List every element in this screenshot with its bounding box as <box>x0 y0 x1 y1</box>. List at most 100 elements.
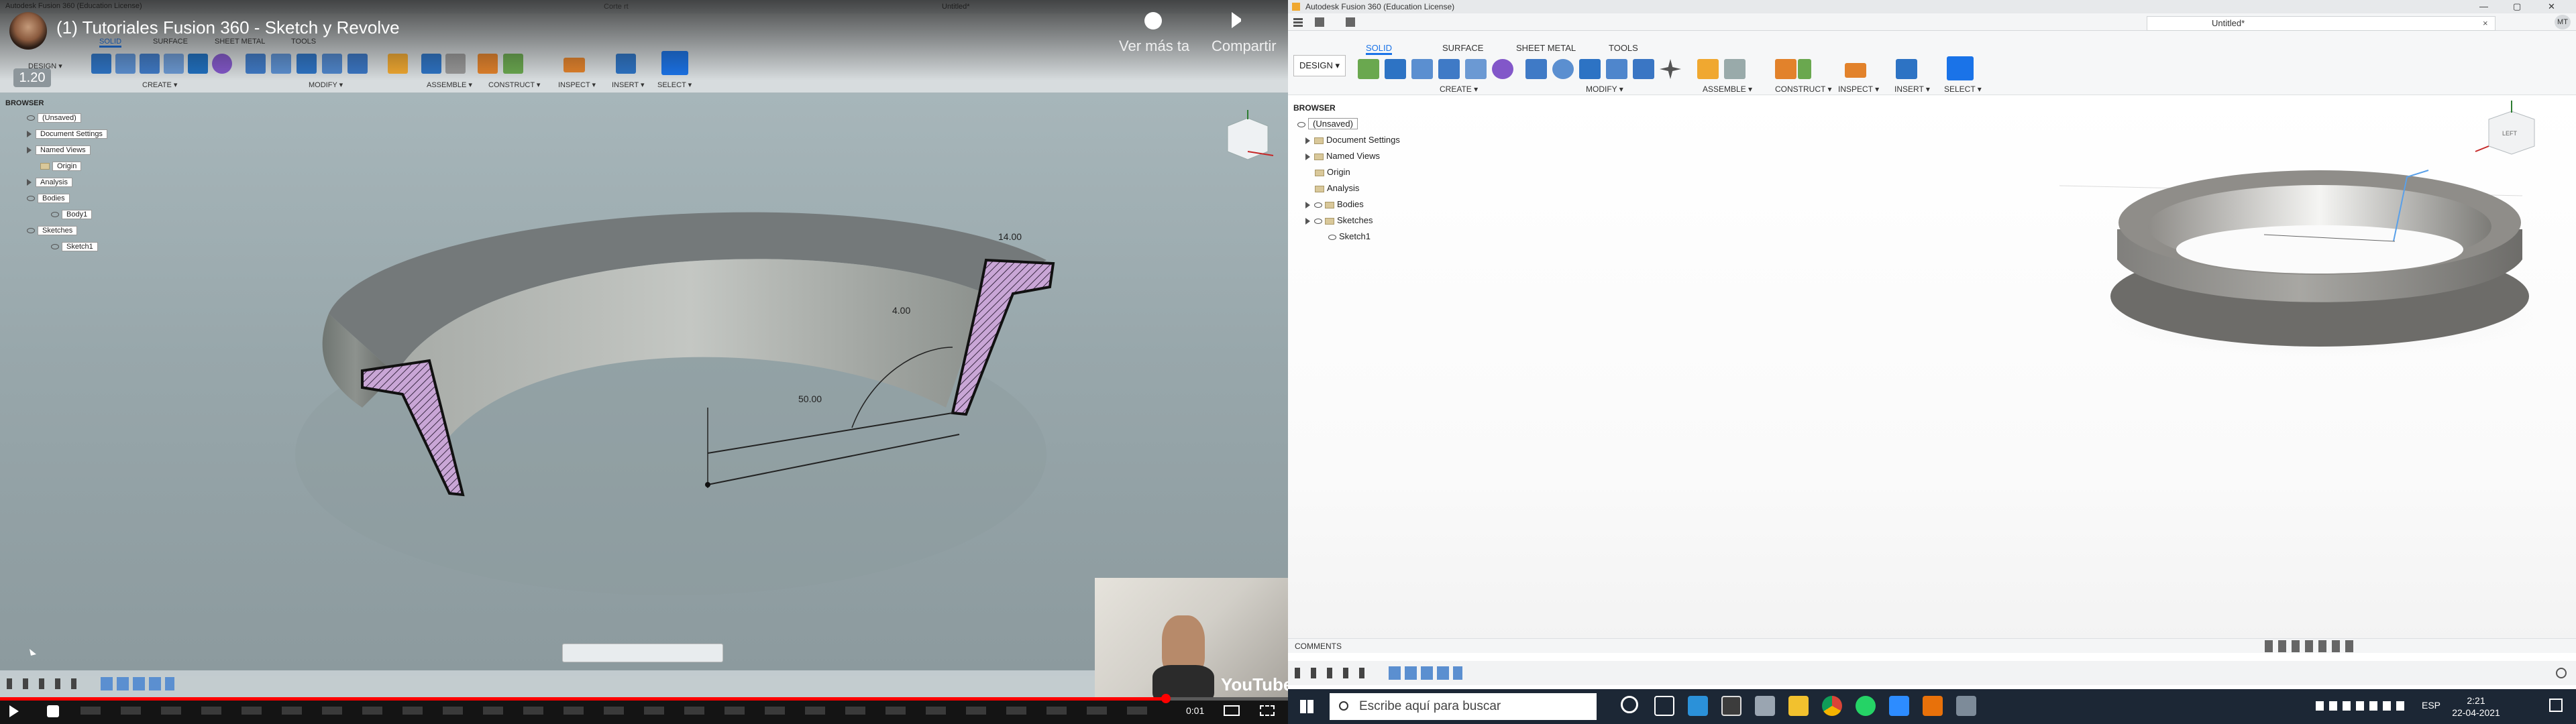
insert-image-icon[interactable] <box>1896 59 1917 79</box>
press-pull-icon[interactable] <box>1525 59 1547 79</box>
video-browser-root: (Unsaved) <box>27 113 81 123</box>
loft-icon <box>188 54 208 74</box>
browser-document-settings[interactable]: Document Settings <box>1305 134 1400 146</box>
maximize-button[interactable]: ▢ <box>2513 1 2521 12</box>
new-joint-icon[interactable] <box>1697 59 1719 79</box>
notifications-icon[interactable] <box>2549 699 2563 712</box>
new-component-icon[interactable] <box>1385 59 1406 79</box>
store-icon[interactable] <box>1721 696 1741 716</box>
move-copy-icon[interactable] <box>1660 59 1681 79</box>
whatsapp-icon[interactable] <box>1856 696 1876 716</box>
group-inspect[interactable]: INSPECT ▾ <box>1838 84 1879 94</box>
chamfer-icon[interactable] <box>1579 59 1601 79</box>
windows-start-icon[interactable] <box>1300 700 1313 713</box>
comments-label[interactable]: COMMENTS <box>1295 642 1342 651</box>
browser-root[interactable]: (Unsaved) <box>1297 118 1358 130</box>
data-panel-icon[interactable] <box>1293 17 1303 27</box>
youtube-watermark: YouTube <box>1221 674 1288 695</box>
tab-solid[interactable]: SOLID <box>1366 43 1393 55</box>
viewcube[interactable]: LEFT <box>2475 101 2535 155</box>
channel-avatar[interactable] <box>9 12 47 50</box>
video-tab-solid: SOLID <box>99 38 122 48</box>
design-workspace-button[interactable]: DESIGN ▾ <box>1293 55 1346 76</box>
taskbar-reflection <box>80 707 1154 715</box>
browser-origin[interactable]: Origin <box>1315 166 1350 178</box>
system-clock[interactable]: 2:21 22-04-2021 <box>2446 695 2506 719</box>
mouse-cursor-icon <box>30 649 36 656</box>
close-button[interactable]: ✕ <box>2548 1 2555 12</box>
browser-analysis[interactable]: Analysis <box>1315 182 1359 194</box>
task-view-icon[interactable] <box>1654 696 1674 716</box>
video-browser-tab[interactable]: Corte rt <box>604 3 629 11</box>
offset-plane-icon[interactable] <box>1775 59 1796 79</box>
app-icon-3[interactable] <box>1755 696 1775 716</box>
group-construct[interactable]: CONSTRUCT ▾ <box>1775 84 1831 94</box>
video-progress-bar[interactable] <box>0 694 1288 703</box>
watch-later-label[interactable]: Ver más ta <box>1119 38 1189 55</box>
group-select[interactable]: SELECT ▾ <box>1944 84 1982 94</box>
timeline-feature-icons[interactable] <box>1389 666 1462 680</box>
browser-sketches[interactable]: Sketches <box>1305 215 1373 227</box>
share-arrow-icon[interactable] <box>1232 12 1250 28</box>
file-explorer-icon[interactable] <box>1788 696 1809 716</box>
save-icon[interactable] <box>1346 17 1355 27</box>
app-icon-1[interactable] <box>1688 696 1708 716</box>
volume-icon[interactable] <box>47 705 59 717</box>
chrome-icon[interactable] <box>1822 696 1842 716</box>
fullscreen-icon[interactable] <box>1260 705 1275 716</box>
revolve-icon <box>140 54 160 74</box>
group-modify[interactable]: MODIFY ▾ <box>1586 84 1623 94</box>
select-icon <box>661 51 688 75</box>
tab-surface[interactable]: SURFACE <box>1442 43 1483 53</box>
clock-icon[interactable] <box>1144 12 1162 29</box>
minimize-button[interactable]: — <box>2479 1 2488 11</box>
browser-bodies[interactable]: Bodies <box>1305 198 1364 210</box>
share-label[interactable]: Compartir <box>1212 38 1277 55</box>
video-tab-surface: SURFACE <box>153 38 188 46</box>
group-assemble[interactable]: ASSEMBLE ▾ <box>1703 84 1752 94</box>
fusion-taskbar-icon[interactable] <box>1923 696 1943 716</box>
fillet-icon <box>271 54 291 74</box>
system-tray-icons[interactable] <box>2316 701 2410 711</box>
group-insert[interactable]: INSERT ▾ <box>1894 84 1930 94</box>
navigation-bar-icons[interactable] <box>2265 640 2359 652</box>
tab-tools[interactable]: TOOLS <box>1609 43 1638 53</box>
select-icon[interactable] <box>1947 56 1974 80</box>
combine-icon[interactable] <box>1633 59 1654 79</box>
extrude-icon[interactable] <box>1411 59 1433 79</box>
video-scrubber-handle[interactable] <box>1161 694 1171 703</box>
fillet-icon[interactable] <box>1552 59 1574 79</box>
video-document-tab[interactable]: Untitled* <box>942 3 970 11</box>
timeline-settings-icon[interactable] <box>2556 668 2567 678</box>
fusion-3d-viewport[interactable]: LEFT BROWSER (Unsaved) Document Settings… <box>1288 95 2576 640</box>
taskbar-search-box[interactable]: Escribe aquí para buscar <box>1330 693 1597 720</box>
browser-sketch1[interactable]: Sketch1 <box>1328 231 1371 243</box>
sweep-icon[interactable] <box>1465 59 1487 79</box>
group-create[interactable]: CREATE ▾ <box>1440 84 1478 94</box>
video-player-pane[interactable]: Autodesk Fusion 360 (Education License) … <box>0 0 1288 697</box>
zoom-icon[interactable] <box>1889 696 1909 716</box>
measure-icon[interactable] <box>1845 63 1866 78</box>
close-tab-icon[interactable]: × <box>2483 18 2488 28</box>
video-group-create: CREATE ▾ <box>142 81 178 89</box>
file-icon[interactable] <box>1315 17 1324 27</box>
midplane-icon[interactable] <box>1798 59 1811 79</box>
offset-plane-icon <box>478 54 498 74</box>
document-tab[interactable]: Untitled* × <box>2147 16 2496 31</box>
timeline-playback-controls[interactable] <box>1295 668 1375 678</box>
browser-named-views[interactable]: Named Views <box>1305 150 1380 162</box>
tab-sheet-metal[interactable]: SHEET METAL <box>1516 43 1576 53</box>
language-indicator[interactable]: ESP <box>2422 700 2440 711</box>
create-sketch-icon[interactable] <box>1358 59 1379 79</box>
as-built-joint-icon[interactable] <box>1724 59 1746 79</box>
revolve-icon[interactable] <box>1438 59 1460 79</box>
user-avatar[interactable]: MT <box>2555 15 2571 29</box>
video-group-insert: INSERT ▾ <box>612 81 645 89</box>
miniplayer-icon[interactable] <box>1224 705 1240 716</box>
form-icon[interactable] <box>1492 59 1513 79</box>
shell-icon[interactable] <box>1606 59 1627 79</box>
app-icon-9[interactable] <box>1956 696 1976 716</box>
play-icon[interactable] <box>9 705 19 717</box>
cortana-icon[interactable] <box>1621 696 1638 713</box>
video-title[interactable]: (1) Tutoriales Fusion 360 - Sketch y Rev… <box>56 17 400 38</box>
